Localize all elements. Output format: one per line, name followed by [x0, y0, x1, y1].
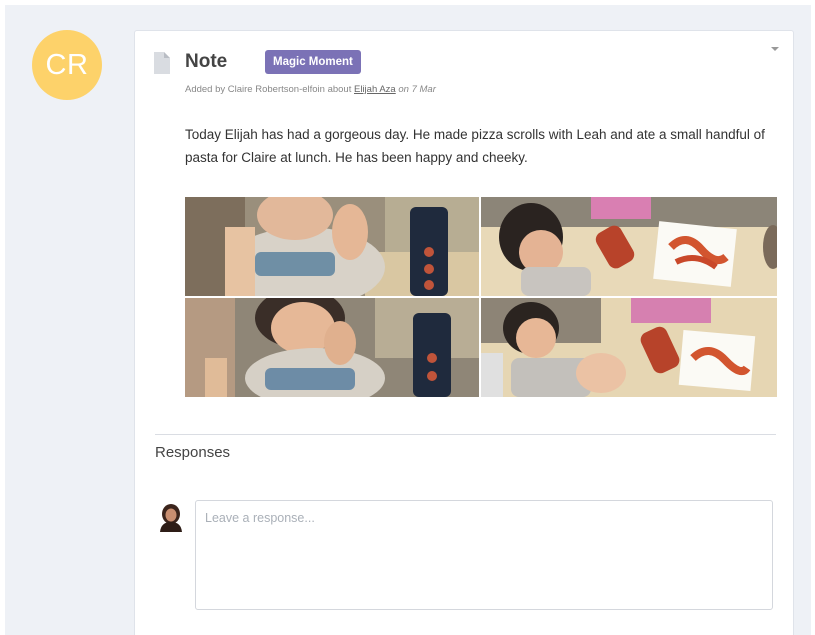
document-icon: [154, 52, 170, 74]
responses-divider: [155, 434, 776, 435]
meta-date: on 7 Mar: [398, 84, 436, 95]
photo-eating-bottom[interactable]: [185, 298, 479, 397]
photo-painting-top[interactable]: [481, 197, 777, 296]
note-options-caret-icon[interactable]: [771, 47, 779, 51]
author-avatar: CR: [32, 30, 102, 100]
magic-moment-badge: Magic Moment: [265, 50, 361, 74]
meta-added-by: Added by Claire Robertson-elfoin about: [185, 84, 352, 95]
note-card: Note Magic Moment Added by Claire Robert…: [134, 30, 794, 635]
note-meta: Added by Claire Robertson-elfoin about E…: [185, 84, 436, 95]
note-title: Note: [185, 51, 228, 72]
photo-eating-top[interactable]: [185, 197, 479, 296]
child-link[interactable]: Elijah Aza: [354, 84, 396, 95]
photo-painting-bottom[interactable]: [481, 298, 777, 397]
photo-grid: [185, 197, 777, 397]
user-avatar: [160, 504, 182, 532]
response-input[interactable]: [195, 500, 773, 610]
author-initials: CR: [45, 48, 89, 81]
note-body: Today Elijah has had a gorgeous day. He …: [185, 127, 765, 165]
responses-heading: Responses: [155, 444, 231, 461]
